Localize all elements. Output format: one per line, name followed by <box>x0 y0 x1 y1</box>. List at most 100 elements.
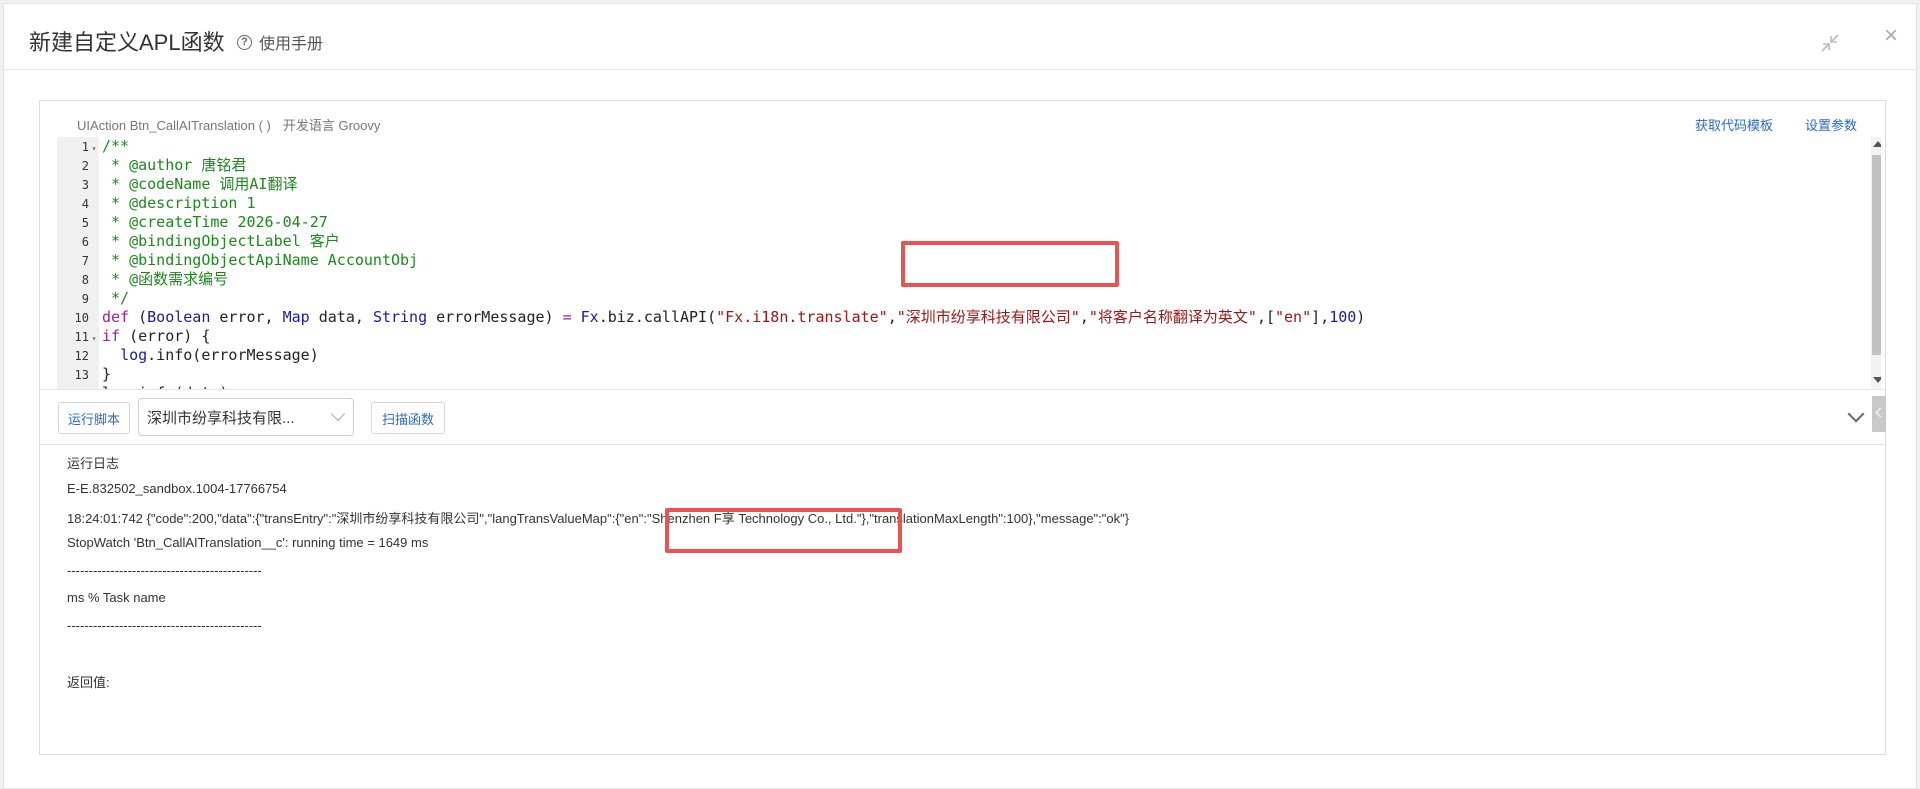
question-icon: ? <box>237 34 252 50</box>
code-token: * @bindingObjectApiName AccountObj <box>102 251 419 269</box>
code-text: */ <box>102 289 129 308</box>
line-number: 8 <box>81 273 89 287</box>
code-token: * @createTime 2026-04-27 <box>102 213 328 231</box>
line-number: 12 <box>74 349 89 363</box>
code-token: Map <box>282 308 310 326</box>
line-number: 13 <box>74 368 89 382</box>
log-line: E-E.832502_sandbox.1004-17766754 <box>67 481 287 496</box>
code-text: log.info(errorMessage) <box>102 346 319 365</box>
code-token: .biz.callAPI( <box>598 308 717 326</box>
chevron-down-icon <box>330 406 346 422</box>
line-number: 4 <box>81 197 89 211</box>
code-text: * @author 唐铭君 <box>102 156 246 175</box>
code-line[interactable]: 10 def (Boolean error, Map data, String e… <box>57 308 1857 327</box>
code-text: * @description 1 <box>102 194 256 213</box>
code-token: .info(errorMessage) <box>147 346 319 364</box>
line-number: 2 <box>81 159 89 173</box>
set-params-link[interactable]: 设置参数 <box>1805 115 1857 134</box>
code-token: ( <box>129 308 148 326</box>
log-line: ----------------------------------------… <box>67 618 262 633</box>
code-text: * @bindingObjectApiName AccountObj <box>102 251 418 270</box>
code-line[interactable]: 4 * @description 1 <box>57 194 1857 213</box>
run-script-button[interactable]: 运行脚本 <box>58 402 130 434</box>
code-token: ], <box>1311 308 1330 326</box>
code-line[interactable]: 1 ▾/** <box>57 137 1857 156</box>
line-number: 11 <box>74 330 89 344</box>
code-text: /** <box>102 137 129 156</box>
line-number: 1 <box>81 140 89 154</box>
get-code-template-link[interactable]: 获取代码模板 <box>1695 115 1773 134</box>
right-panel-toggle[interactable] <box>1872 396 1886 432</box>
function-signature: UIAction Btn_CallAITranslation ( ) 开发语言 G… <box>77 115 380 134</box>
help-manual-link[interactable]: ? 使用手册 <box>237 30 323 54</box>
scroll-up-arrow[interactable] <box>1873 141 1881 147</box>
code-line[interactable]: 12 log.info(errorMessage) <box>57 346 1857 365</box>
line-number: 5 <box>81 216 89 230</box>
code-token: * @codeName 调用AI翻译 <box>102 175 298 193</box>
run-toolbar: 运行脚本 深圳市纷享科技有限... 扫描函数 <box>40 389 1886 445</box>
log-line: ms % Task name <box>67 590 166 605</box>
code-token: "将客户名称翻译为英文" <box>1088 308 1257 326</box>
code-text: * @codeName 调用AI翻译 <box>102 175 297 194</box>
editor-scrollbar[interactable] <box>1871 137 1881 389</box>
code-token: , <box>887 308 897 326</box>
code-token: ,[ <box>1256 308 1275 326</box>
signature-text: UIAction Btn_CallAITranslation ( ) <box>77 118 271 133</box>
code-line[interactable]: 3 * @codeName 调用AI翻译 <box>57 175 1857 194</box>
log-line: StopWatch 'Btn_CallAITranslation__c': ru… <box>67 535 429 550</box>
line-number: 7 <box>81 254 89 268</box>
code-token: * @description 1 <box>102 194 256 212</box>
code-token: errorMessage) <box>427 308 563 326</box>
code-line[interactable]: 11 ▾ if (error) { <box>57 327 1857 346</box>
code-line[interactable]: 5 * @createTime 2026-04-27 <box>57 213 1857 232</box>
code-token: log <box>120 346 148 364</box>
dialog-title: 新建自定义APL函数 <box>29 30 225 55</box>
code-token: * @函数需求编号 <box>102 270 229 288</box>
highlight-box-output <box>665 508 902 553</box>
code-token: Fx <box>580 308 599 326</box>
shrink-icon[interactable] <box>1819 32 1841 54</box>
code-text: * @函数需求编号 <box>102 270 228 289</box>
code-token: "深圳市纷享科技有限公司" <box>896 308 1080 326</box>
code-token: } <box>102 365 112 383</box>
code-line[interactable]: 9 */ <box>57 289 1857 308</box>
dialog-header: 新建自定义APL函数 ? 使用手册 × <box>4 4 1916 70</box>
code-token: 100 <box>1329 308 1357 326</box>
code-token: = <box>562 308 572 326</box>
record-select-value: 深圳市纷享科技有限... <box>147 409 295 427</box>
code-text: * @bindingObjectLabel 客户 <box>102 232 340 251</box>
editor-header: UIAction Btn_CallAITranslation ( ) 开发语言 G… <box>40 101 1885 137</box>
code-token: if <box>102 327 121 345</box>
scroll-thumb[interactable] <box>1872 155 1881 355</box>
collapse-chevron-icon[interactable] <box>1847 405 1865 423</box>
highlight-box-input <box>901 241 1119 287</box>
scan-function-button[interactable]: 扫描函数 <box>371 402 445 434</box>
code-token: "Fx.i18n.translate" <box>716 308 888 326</box>
log-line: 18:24:01:742 {"code":200,"data":{"transE… <box>67 511 1130 526</box>
code-token: , <box>1079 308 1089 326</box>
code-token: * @bindingObjectLabel 客户 <box>102 232 340 250</box>
code-token: data, <box>309 308 373 326</box>
line-number: 9 <box>81 292 89 306</box>
code-token: /** <box>102 137 130 155</box>
help-manual-label: 使用手册 <box>259 36 324 53</box>
code-token: */ <box>102 289 130 307</box>
language-label: 开发语言 Groovy <box>282 118 381 133</box>
scroll-down-arrow[interactable] <box>1873 377 1881 383</box>
code-token: ) <box>1356 308 1366 326</box>
code-token: (error) { <box>120 327 211 345</box>
code-token: Boolean <box>147 308 211 326</box>
code-line[interactable]: 13} <box>57 365 1857 384</box>
code-text: } <box>102 365 111 384</box>
log-line: 返回值: <box>67 675 110 690</box>
record-select[interactable]: 深圳市纷享科技有限... <box>138 398 354 436</box>
log-line: 运行日志 <box>67 456 120 471</box>
code-text: * @createTime 2026-04-27 <box>102 213 328 232</box>
close-icon[interactable]: × <box>1881 24 1901 48</box>
code-token: error, <box>210 308 283 326</box>
code-line[interactable]: 2 * @author 唐铭君 <box>57 156 1857 175</box>
code-token: * @author 唐铭君 <box>102 156 247 174</box>
code-token: "en" <box>1275 308 1312 326</box>
code-token: def <box>102 308 130 326</box>
